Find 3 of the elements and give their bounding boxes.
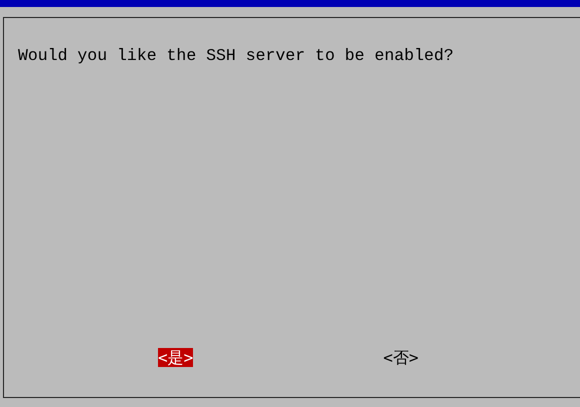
dialog-button[interactable]: <否> xyxy=(383,348,419,367)
dialog-message: Would you like the SSH server to be enabled? xyxy=(18,46,454,66)
dialog-button[interactable]: <是> xyxy=(158,348,194,367)
